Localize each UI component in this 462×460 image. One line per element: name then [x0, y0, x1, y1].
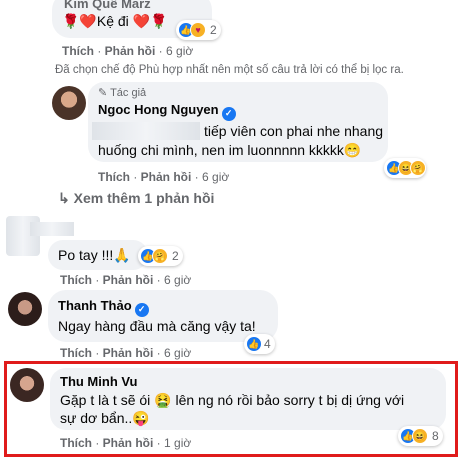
verified-badge-icon: ✓ [134, 302, 149, 317]
reaction-count: 2 [172, 249, 179, 263]
like-reaction-icon: 👍 [246, 336, 262, 352]
reaction-count: 4 [264, 337, 271, 351]
comment-bubble-thanh-thao: Thanh Thảo ✓ Ngay hàng đầu mà căng vậy ta… [48, 290, 278, 342]
see-more-label[interactable]: Xem thêm 1 phản hồi [74, 190, 215, 206]
like-link[interactable]: Thích [62, 44, 94, 58]
comment-text-line1: Gặp t là t sẽ ói 🤮 lên ng nó rồi bảo sor… [60, 392, 405, 408]
author-badge: ✎ Tác giả [98, 86, 146, 99]
reply-link[interactable]: Phản hồi [141, 170, 192, 184]
like-link[interactable]: Thích [60, 346, 92, 360]
comment-bubble-thu-minh-vu: Thu Minh Vu Gặp t là t sẽ ói 🤮 lên ng nó… [50, 368, 446, 430]
verified-badge-icon: ✓ [221, 106, 236, 121]
comment-text-line1: tiếp viên con phai nhe nhang [204, 123, 384, 139]
comment-text: Po tay !!!🙏 [58, 247, 131, 263]
commenter-name[interactable]: Kim Quế Marz [64, 0, 151, 11]
timestamp[interactable]: 6 giờ [164, 273, 191, 287]
reaction-summary[interactable]: 👍 😆 🤗 [384, 158, 426, 178]
reply-link[interactable]: Phản hồi [103, 346, 154, 360]
timestamp[interactable]: 6 giờ [202, 170, 229, 184]
reply-arrow-icon: ↳ [58, 190, 70, 206]
care-reaction-icon: 🤗 [410, 160, 426, 176]
comment-actions: Thích · Phản hồi · 1 giờ [60, 436, 192, 450]
comment-actions: Thích · Phản hồi · 6 giờ [60, 346, 192, 360]
redacted-name [30, 222, 74, 236]
reply-link[interactable]: Phản hồi [103, 436, 154, 450]
comment-bubble-ngoc: ✎ Tác giả Ngoc Hong Nguyen ✓ tiếp viên co… [88, 82, 388, 162]
comment-text-line2: sự dơ bẩn..😜 [60, 410, 150, 426]
reply-link[interactable]: Phản hồi [105, 44, 156, 58]
reaction-summary[interactable]: 👍 🤗 2 [138, 246, 183, 266]
comment-actions: Thích · Phản hồi · 6 giờ [98, 170, 230, 184]
like-link[interactable]: Thích [60, 273, 92, 287]
commenter-name[interactable]: Ngoc Hong Nguyen ✓ [98, 102, 236, 121]
commenter-name-text[interactable]: Ngoc Hong Nguyen [98, 102, 219, 117]
reaction-count: 2 [210, 23, 217, 37]
commenter-name[interactable]: Thu Minh Vu [60, 374, 138, 389]
reply-link[interactable]: Phản hồi [103, 273, 154, 287]
author-badge-label: Tác giả [110, 87, 147, 99]
comment-text: Ngay hàng đầu mà căng vậy ta! [58, 318, 256, 334]
reaction-summary[interactable]: 👍 4 [244, 334, 275, 354]
reaction-count: 8 [432, 429, 439, 443]
avatar[interactable] [10, 368, 44, 402]
timestamp[interactable]: 1 giờ [164, 436, 191, 450]
haha-reaction-icon: 😆 [412, 428, 428, 444]
timestamp[interactable]: 6 giờ [164, 346, 191, 360]
avatar[interactable] [52, 86, 86, 120]
comment-text-line2: huống chi mình, nen im luonnnnn kkkkk😁 [98, 142, 362, 158]
love-reaction-icon: ♥ [190, 22, 206, 38]
like-link[interactable]: Thích [60, 436, 92, 450]
timestamp[interactable]: 6 giờ [166, 44, 193, 58]
filter-notice: Đã chọn chế độ Phù hợp nhất nên một số c… [55, 64, 404, 76]
redacted-text [92, 122, 200, 140]
reaction-summary[interactable]: 👍 😆 8 [398, 426, 443, 446]
see-more-replies[interactable]: ↳ Xem thêm 1 phản hồi [58, 190, 214, 207]
like-link[interactable]: Thích [98, 170, 130, 184]
reaction-summary[interactable]: 👍 ♥ 2 [176, 20, 221, 40]
comment-actions: Thích · Phản hồi · 6 giờ [62, 44, 194, 58]
avatar[interactable] [8, 292, 42, 326]
comment-actions: Thích · Phản hồi · 6 giờ [60, 273, 192, 287]
comment-text: 🌹❤️Kệ đi ❤️🌹 [62, 13, 168, 29]
comment-bubble-po-tay: Po tay !!!🙏 [48, 240, 148, 270]
pen-icon: ✎ [98, 87, 108, 99]
commenter-name-text[interactable]: Thanh Thảo [58, 298, 132, 313]
commenter-name[interactable]: Thanh Thảo ✓ [58, 298, 149, 317]
care-reaction-icon: 🤗 [152, 248, 168, 264]
